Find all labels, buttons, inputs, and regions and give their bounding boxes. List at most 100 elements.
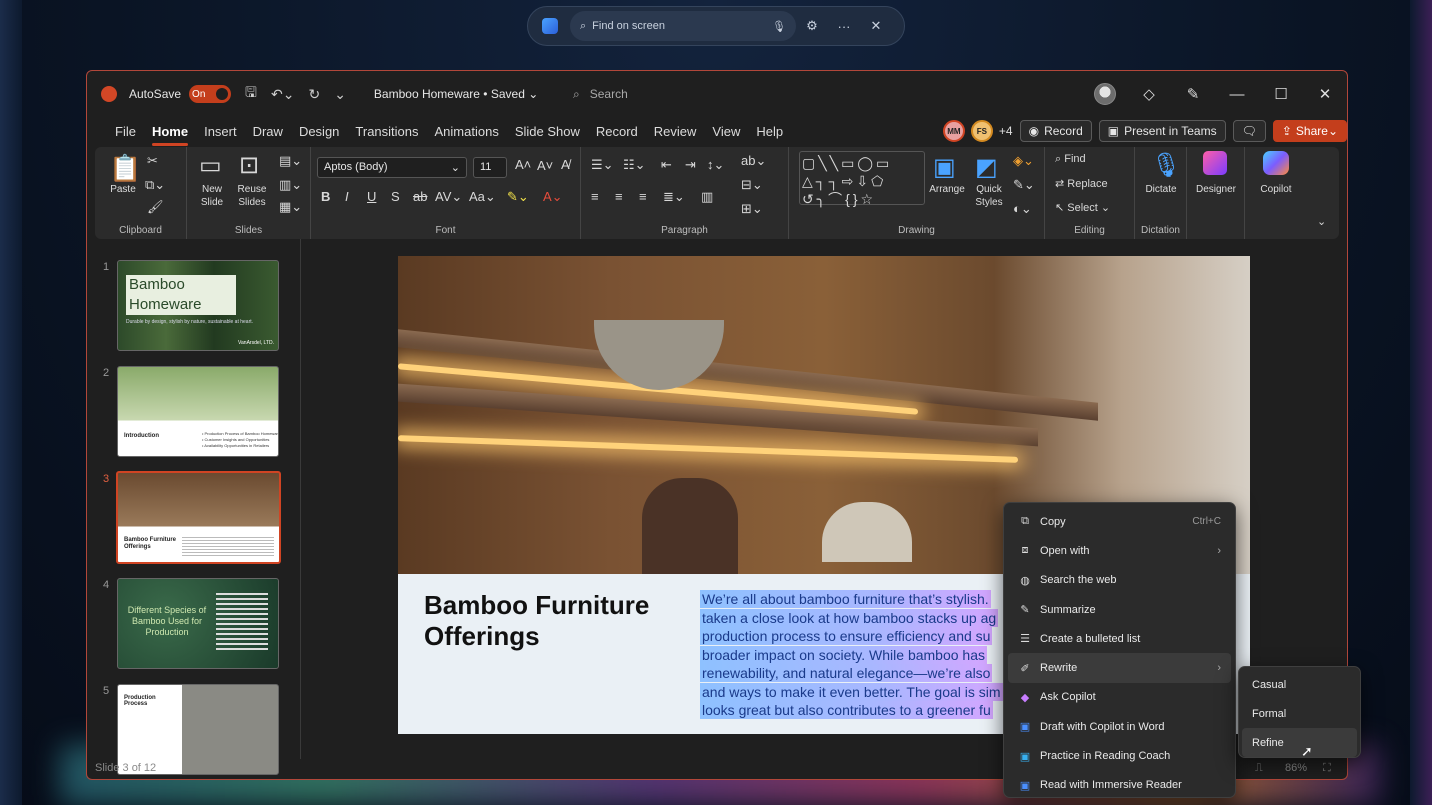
tab-animations[interactable]: Animations xyxy=(435,120,499,143)
tab-insert[interactable]: Insert xyxy=(204,120,237,143)
align-text-icon[interactable]: ⊟⌄ xyxy=(741,177,763,193)
menu-item-summarize[interactable]: ✎ Summarize xyxy=(1008,595,1231,624)
selected-text-box[interactable]: We’re all about bamboo furniture that’s … xyxy=(700,590,1030,720)
arrange-icon[interactable]: ▣ xyxy=(933,153,956,182)
tab-slide-show[interactable]: Slide Show xyxy=(515,120,580,143)
more-collaborators[interactable]: +4 xyxy=(999,124,1013,138)
present-in-teams-button[interactable]: ▣ Present in Teams xyxy=(1098,120,1226,142)
share-button[interactable]: ⇪ Share ⌄ xyxy=(1272,120,1347,142)
reuse-slides-icon[interactable]: ⊡ xyxy=(239,151,259,180)
increase-indent-icon[interactable]: ⇥ xyxy=(685,157,696,173)
decrease-font-icon[interactable]: A˅ xyxy=(537,158,553,173)
bullets-icon[interactable]: ☰⌄ xyxy=(591,157,614,173)
italic-icon[interactable]: I xyxy=(345,189,349,204)
cut-icon[interactable]: ✂ xyxy=(147,153,158,169)
copilot-icon[interactable] xyxy=(1263,151,1289,175)
menu-item-rewrite[interactable]: ✐ Rewrite › xyxy=(1008,653,1231,683)
font-color-icon[interactable]: A⌄ xyxy=(543,189,563,205)
columns-icon[interactable]: ▥ xyxy=(701,189,713,205)
shadow-icon[interactable]: S xyxy=(391,189,400,204)
collapse-ribbon-icon[interactable]: ⌄ xyxy=(1317,215,1326,228)
microphone-icon[interactable]: 🎙 xyxy=(1151,151,1181,180)
redo-icon[interactable]: ↻ xyxy=(308,86,320,103)
paste-icon[interactable]: 📋 xyxy=(109,153,141,184)
font-name-select[interactable]: Aptos (Body) ⌄ xyxy=(317,157,467,178)
section-icon[interactable]: ▦⌄ xyxy=(279,199,302,215)
record-button[interactable]: ◉ Record xyxy=(1019,120,1092,142)
new-slide-icon[interactable]: ▭ xyxy=(199,151,222,180)
slide-thumbnail-4[interactable]: Different Species of Bamboo Used for Pro… xyxy=(117,578,279,669)
menu-item-bulleted-list[interactable]: ☰ Create a bulleted list xyxy=(1008,624,1231,653)
account-avatar[interactable] xyxy=(1094,83,1116,105)
replace-button[interactable]: ⇄ Replace xyxy=(1055,177,1108,190)
more-icon[interactable]: ··· xyxy=(828,19,860,34)
magic-wand-icon[interactable]: ✎ xyxy=(1171,85,1215,103)
shape-outline-icon[interactable]: ✎⌄ xyxy=(1013,177,1035,193)
shapes-gallery[interactable]: ▢╲╲▭◯▭ △┐┐⇨⇩⬠ ↺╮⌒{}☆ xyxy=(799,151,925,207)
comments-button[interactable]: 🗨 xyxy=(1232,120,1266,142)
presenter-icon[interactable]: ⎍ xyxy=(1255,758,1263,779)
select-button[interactable]: ↖ Select ⌄ xyxy=(1055,201,1110,214)
numbering-icon[interactable]: ☷⌄ xyxy=(623,157,646,173)
submenu-item-casual[interactable]: Casual xyxy=(1242,670,1357,699)
find-on-screen-input[interactable]: ⌕ Find on screen 🎙 xyxy=(570,11,796,41)
slide-thumbnail-3[interactable]: Bamboo Furniture Offerings xyxy=(116,471,281,564)
font-size-select[interactable]: 11 xyxy=(473,157,507,178)
close-window-icon[interactable]: ✕ xyxy=(1303,85,1347,103)
menu-item-copy[interactable]: ⧉ Copy Ctrl+C xyxy=(1008,507,1231,536)
copy-icon[interactable]: ⧉⌄ xyxy=(145,177,165,193)
quick-styles-button[interactable]: Quick Styles xyxy=(967,183,1011,209)
change-case-icon[interactable]: Aa⌄ xyxy=(469,189,496,205)
copilot-icon[interactable] xyxy=(542,18,558,34)
character-spacing-icon[interactable]: AV⌄ xyxy=(435,189,462,205)
menu-item-reading-coach[interactable]: ▣ Practice in Reading Coach xyxy=(1008,741,1231,770)
menu-item-ask-copilot[interactable]: ◆ Ask Copilot xyxy=(1008,683,1231,712)
paste-label[interactable]: Paste xyxy=(103,183,143,196)
smartart-icon[interactable]: ⊞⌄ xyxy=(741,201,763,217)
line-spacing-icon[interactable]: ↕⌄ xyxy=(707,157,724,173)
zoom-level[interactable]: 86% xyxy=(1285,758,1307,779)
undo-icon[interactable]: ↶⌄ xyxy=(271,86,294,103)
autosave-toggle[interactable]: On xyxy=(189,85,232,103)
text-direction-icon[interactable]: ab⌄ xyxy=(741,153,766,169)
tab-design[interactable]: Design xyxy=(299,120,339,143)
presence-avatar-mm[interactable]: MM xyxy=(942,120,965,142)
settings-icon[interactable]: ⚙ xyxy=(796,18,828,34)
slide-thumbnail-1[interactable]: Bamboo Homeware Durable by design, styli… xyxy=(117,260,279,351)
premium-icon[interactable]: ◇ xyxy=(1127,85,1171,103)
submenu-item-refine[interactable]: Refine xyxy=(1242,728,1357,757)
designer-button[interactable]: Designer xyxy=(1189,183,1243,196)
slide-thumbnail-2[interactable]: Introduction • Production Process of Bam… xyxy=(117,366,279,457)
presence-avatar-fs[interactable]: FS xyxy=(970,120,993,142)
dictate-button[interactable]: Dictate xyxy=(1137,183,1185,196)
new-slide-button[interactable]: New Slide xyxy=(191,183,233,209)
submenu-item-formal[interactable]: Formal xyxy=(1242,699,1357,728)
clear-formatting-icon[interactable]: A̸ xyxy=(561,157,570,172)
highlight-icon[interactable]: ✎⌄ xyxy=(507,189,529,205)
menu-item-search-web[interactable]: ◍ Search the web xyxy=(1008,566,1231,595)
center-icon[interactable]: ≡ xyxy=(615,189,623,204)
increase-font-icon[interactable]: A˄ xyxy=(515,157,531,172)
tab-help[interactable]: Help xyxy=(756,120,783,143)
copilot-button[interactable]: Copilot xyxy=(1249,183,1303,196)
format-painter-icon[interactable]: 🖌 xyxy=(147,199,164,215)
align-right-icon[interactable]: ≡ xyxy=(639,189,647,204)
tab-view[interactable]: View xyxy=(712,120,740,143)
microphone-icon[interactable]: 🎙 xyxy=(772,20,786,33)
reuse-slides-button[interactable]: Reuse Slides xyxy=(231,183,273,209)
fit-slide-icon[interactable]: ⛶ xyxy=(1323,758,1331,779)
shape-fill-icon[interactable]: ◈⌄ xyxy=(1013,153,1034,169)
customize-toolbar-icon[interactable]: ⌄ xyxy=(334,86,346,103)
tab-home[interactable]: Home xyxy=(151,120,189,146)
menu-item-immersive-reader[interactable]: ▣ Read with Immersive Reader xyxy=(1008,771,1231,800)
minimize-icon[interactable]: — xyxy=(1215,86,1259,103)
tab-transitions[interactable]: Transitions xyxy=(355,120,418,143)
close-icon[interactable]: ✕ xyxy=(860,18,892,34)
decrease-indent-icon[interactable]: ⇤ xyxy=(661,157,672,173)
shape-effects-icon[interactable]: ◐⌄ xyxy=(1013,201,1032,217)
strikethrough-icon[interactable]: ab xyxy=(413,189,427,204)
save-icon[interactable]: 🖫 xyxy=(245,82,257,106)
tab-record[interactable]: Record xyxy=(596,120,638,143)
search-box[interactable]: ⌕ Search xyxy=(557,80,877,108)
find-button[interactable]: ⌕ Find xyxy=(1055,153,1086,166)
